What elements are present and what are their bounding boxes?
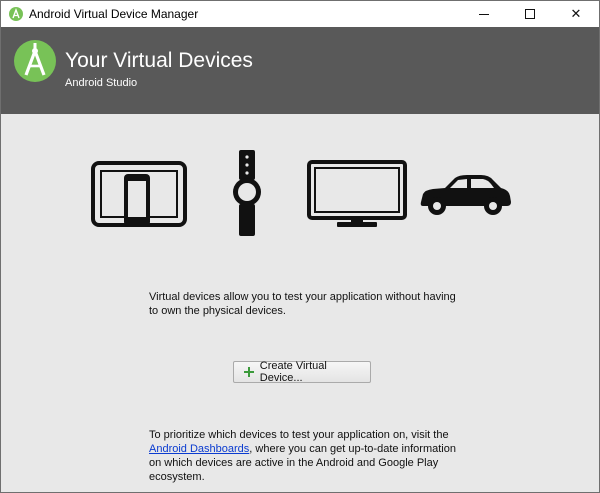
car-icon [420, 175, 511, 215]
devices-illustration [1, 114, 599, 254]
watch-icon [233, 150, 261, 236]
android-dashboards-link[interactable]: Android Dashboards [149, 443, 249, 455]
create-virtual-device-label: Create Virtual Device... [259, 360, 327, 384]
window-title: Android Virtual Device Manager [29, 7, 199, 21]
close-button[interactable]: ✕ [553, 1, 599, 27]
maximize-button[interactable] [507, 1, 553, 27]
close-icon: ✕ [570, 6, 582, 21]
maximize-icon [525, 9, 535, 19]
minimize-button[interactable] [461, 1, 507, 27]
plus-icon [244, 367, 254, 377]
note-text-before: To prioritize which devices to test your… [149, 429, 449, 441]
page-subtitle: Android Studio [65, 77, 138, 89]
page-title: Your Virtual Devices [65, 49, 253, 72]
dashboard-note: To prioritize which devices to test your… [149, 428, 469, 484]
minimize-icon [479, 13, 489, 15]
create-virtual-device-button[interactable]: Create Virtual Device... [233, 360, 371, 384]
android-studio-logo-icon [14, 40, 56, 82]
header-banner: Your Virtual Devices Android Studio [1, 27, 599, 114]
android-studio-app-icon [9, 7, 23, 21]
title-bar[interactable]: Android Virtual Device Manager ✕ [1, 1, 599, 27]
tablet-phone-icon [91, 161, 187, 227]
tv-icon [307, 160, 407, 227]
intro-text: Virtual devices allow you to test your a… [149, 291, 456, 317]
avd-manager-window: Android Virtual Device Manager ✕ Your Vi… [0, 0, 600, 493]
